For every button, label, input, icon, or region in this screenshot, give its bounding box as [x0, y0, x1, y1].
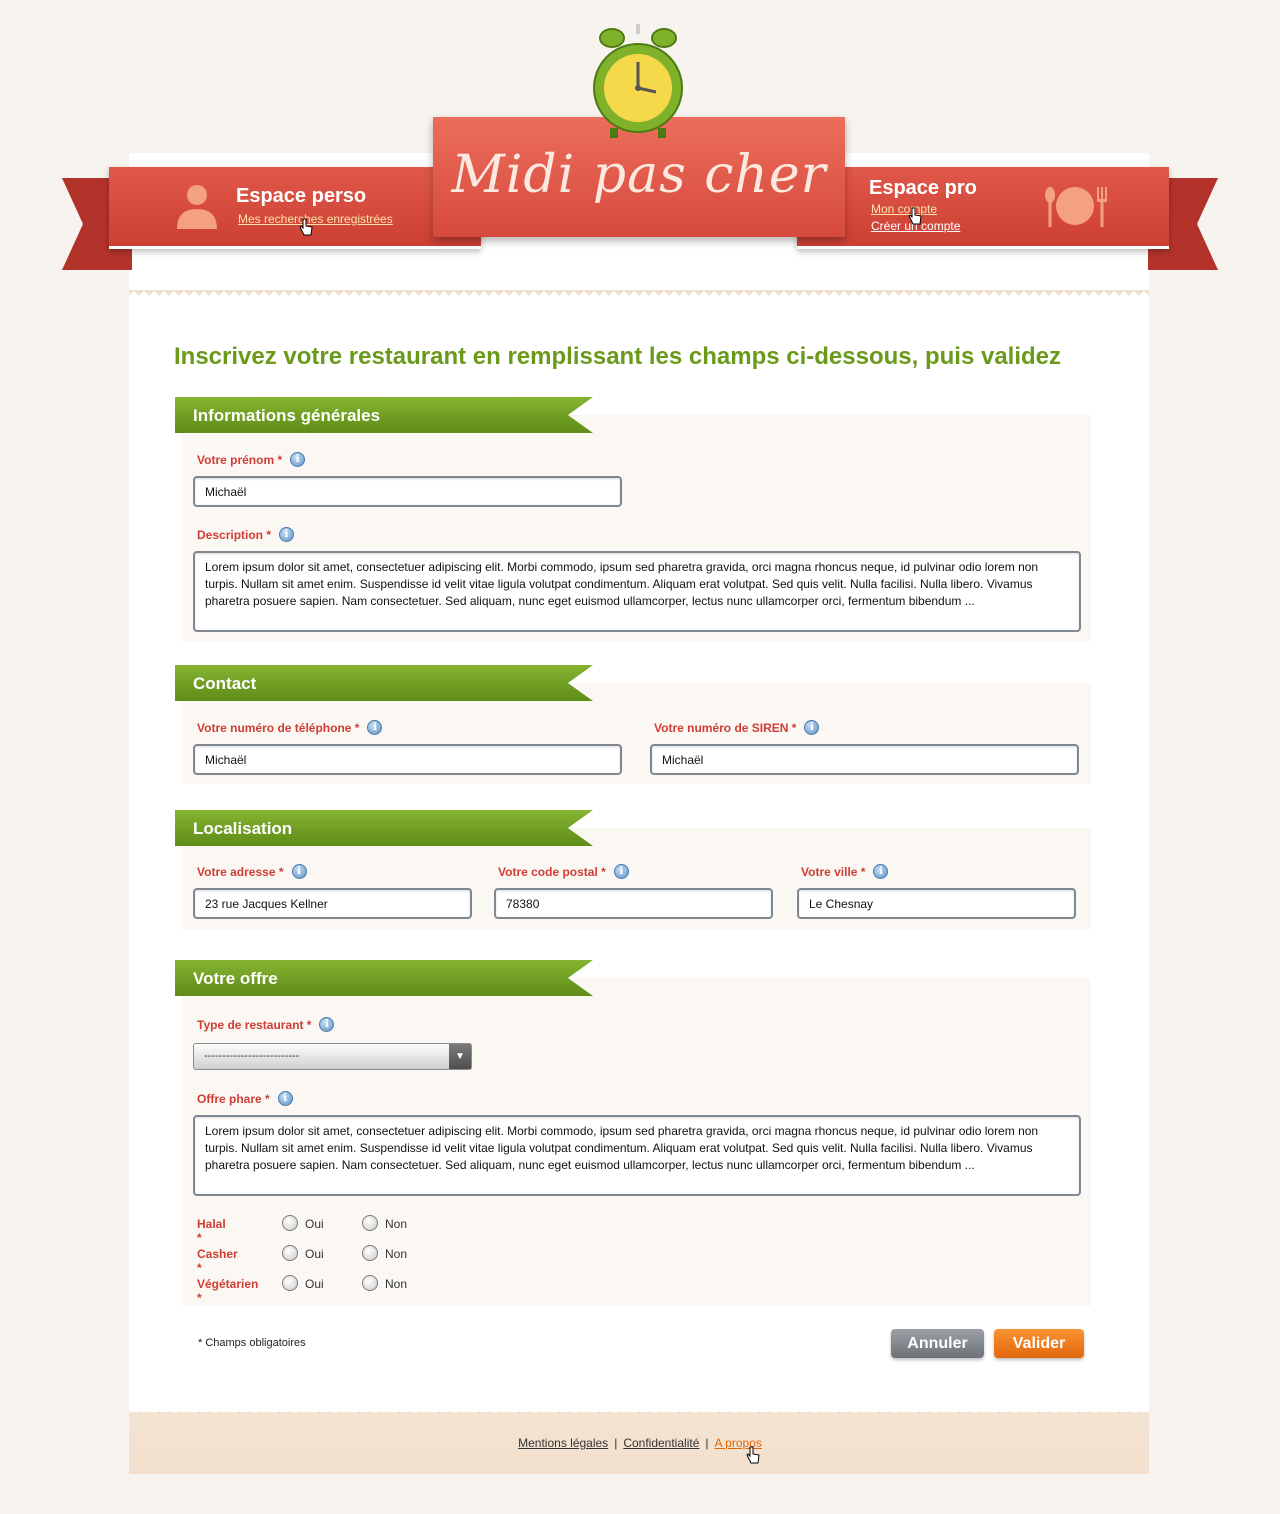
- firstname-label-text: Votre prénom *: [197, 452, 283, 467]
- espace-pro-title: Espace pro: [869, 177, 977, 199]
- halal-no-label[interactable]: Non: [385, 1217, 407, 1231]
- address-input[interactable]: 23 rue Jacques Kellner: [193, 888, 472, 919]
- site-logo[interactable]: Midi pas cher: [433, 145, 845, 205]
- vegetarian-no-radio[interactable]: [362, 1275, 378, 1291]
- city-label: Votre ville * i: [801, 864, 889, 879]
- firstname-input[interactable]: Michaël: [193, 476, 622, 507]
- city-input[interactable]: Le Chesnay: [797, 888, 1076, 919]
- halal-no-radio[interactable]: [362, 1215, 378, 1231]
- flagship-offer-textarea[interactable]: Lorem ipsum dolor sit amet, consectetuer…: [193, 1115, 1081, 1196]
- chevron-down-icon[interactable]: ▼: [449, 1044, 471, 1069]
- saved-searches-link[interactable]: Mes recherches enregistrées: [238, 212, 393, 226]
- description-textarea[interactable]: Lorem ipsum dolor sit amet, consectetuer…: [193, 551, 1081, 632]
- restaurant-type-label: Type de restaurant * i: [197, 1017, 335, 1032]
- description-label-text: Description *: [197, 527, 272, 542]
- cancel-button[interactable]: Annuler: [891, 1329, 984, 1358]
- info-icon[interactable]: i: [319, 1017, 335, 1032]
- siren-label: Votre numéro de SIREN * i: [654, 720, 820, 735]
- alarm-clock-icon: [593, 24, 683, 138]
- separator: |: [705, 1436, 709, 1450]
- espace-perso-title: Espace perso: [236, 185, 367, 207]
- flagship-offer-label-text: Offre phare *: [197, 1091, 270, 1106]
- section-header-contact: Contact: [175, 665, 593, 701]
- restaurant-type-label-text: Type de restaurant *: [197, 1017, 312, 1032]
- info-icon[interactable]: i: [367, 720, 383, 735]
- halal-label: Halal *: [197, 1217, 226, 1245]
- separator: |: [614, 1436, 618, 1450]
- espace-pro-banner: Espace pro Mon compte Créer un compte: [797, 167, 1169, 249]
- plate-cutlery-icon: [1045, 187, 1107, 227]
- phone-input[interactable]: Michaël: [193, 744, 622, 775]
- footer-nav: Mentions légales | Confidentialité | A propo…: [0, 1436, 1280, 1450]
- legal-notice-link[interactable]: Mentions légales: [518, 1436, 608, 1450]
- vegetarian-yes-radio[interactable]: [282, 1275, 298, 1291]
- halal-yes-radio[interactable]: [282, 1215, 298, 1231]
- vegetarian-yes-label[interactable]: Oui: [305, 1277, 324, 1291]
- restaurant-type-value: --------------------------: [204, 1050, 300, 1062]
- info-icon[interactable]: i: [613, 864, 629, 879]
- page-title: Inscrivez votre restaurant en remplissan…: [174, 343, 1062, 370]
- info-icon[interactable]: i: [291, 864, 307, 879]
- info-icon[interactable]: i: [873, 864, 889, 879]
- address-label-text: Votre adresse *: [197, 864, 284, 879]
- restaurant-type-select[interactable]: -------------------------- ▼: [193, 1043, 472, 1070]
- zip-label: Votre code postal * i: [498, 864, 629, 879]
- espace-perso-banner: Espace perso Mes recherches enregistrées: [109, 167, 481, 249]
- vegetarian-label: Végétarien *: [197, 1277, 259, 1305]
- phone-label-text: Votre numéro de téléphone *: [197, 720, 360, 735]
- firstname-label: Votre prénom * i: [197, 452, 306, 467]
- zip-label-text: Votre code postal *: [498, 864, 606, 879]
- info-icon[interactable]: i: [804, 720, 820, 735]
- required-fields-note: * Champs obligatoires: [198, 1337, 306, 1349]
- flagship-offer-label: Offre phare * i: [197, 1091, 293, 1106]
- casher-no-label[interactable]: Non: [385, 1247, 407, 1261]
- section-header-general: Informations générales: [175, 397, 593, 433]
- phone-label: Votre numéro de téléphone * i: [197, 720, 383, 735]
- halal-yes-label[interactable]: Oui: [305, 1217, 324, 1231]
- hand-cursor-icon: [299, 218, 313, 236]
- casher-no-radio[interactable]: [362, 1245, 378, 1261]
- info-icon[interactable]: i: [277, 1091, 293, 1106]
- zigzag-divider: [129, 290, 1149, 304]
- submit-button[interactable]: Valider: [994, 1329, 1084, 1358]
- section-header-location: Localisation: [175, 810, 593, 846]
- casher-label: Casher *: [197, 1247, 238, 1275]
- siren-label-text: Votre numéro de SIREN *: [654, 720, 797, 735]
- info-icon[interactable]: i: [290, 452, 306, 467]
- description-label: Description * i: [197, 527, 295, 542]
- my-account-link[interactable]: Mon compte: [871, 202, 937, 216]
- hand-cursor-icon: [746, 1446, 760, 1464]
- privacy-link[interactable]: Confidentialité: [623, 1436, 699, 1450]
- hand-cursor-icon: [908, 207, 922, 225]
- vegetarian-no-label[interactable]: Non: [385, 1277, 407, 1291]
- city-label-text: Votre ville *: [801, 864, 866, 879]
- siren-input[interactable]: Michaël: [650, 744, 1079, 775]
- casher-yes-label[interactable]: Oui: [305, 1247, 324, 1261]
- section-header-offer: Votre offre: [175, 960, 593, 996]
- zip-input[interactable]: 78380: [494, 888, 773, 919]
- info-icon[interactable]: i: [279, 527, 295, 542]
- address-label: Votre adresse * i: [197, 864, 307, 879]
- casher-yes-radio[interactable]: [282, 1245, 298, 1261]
- user-icon: [177, 185, 217, 229]
